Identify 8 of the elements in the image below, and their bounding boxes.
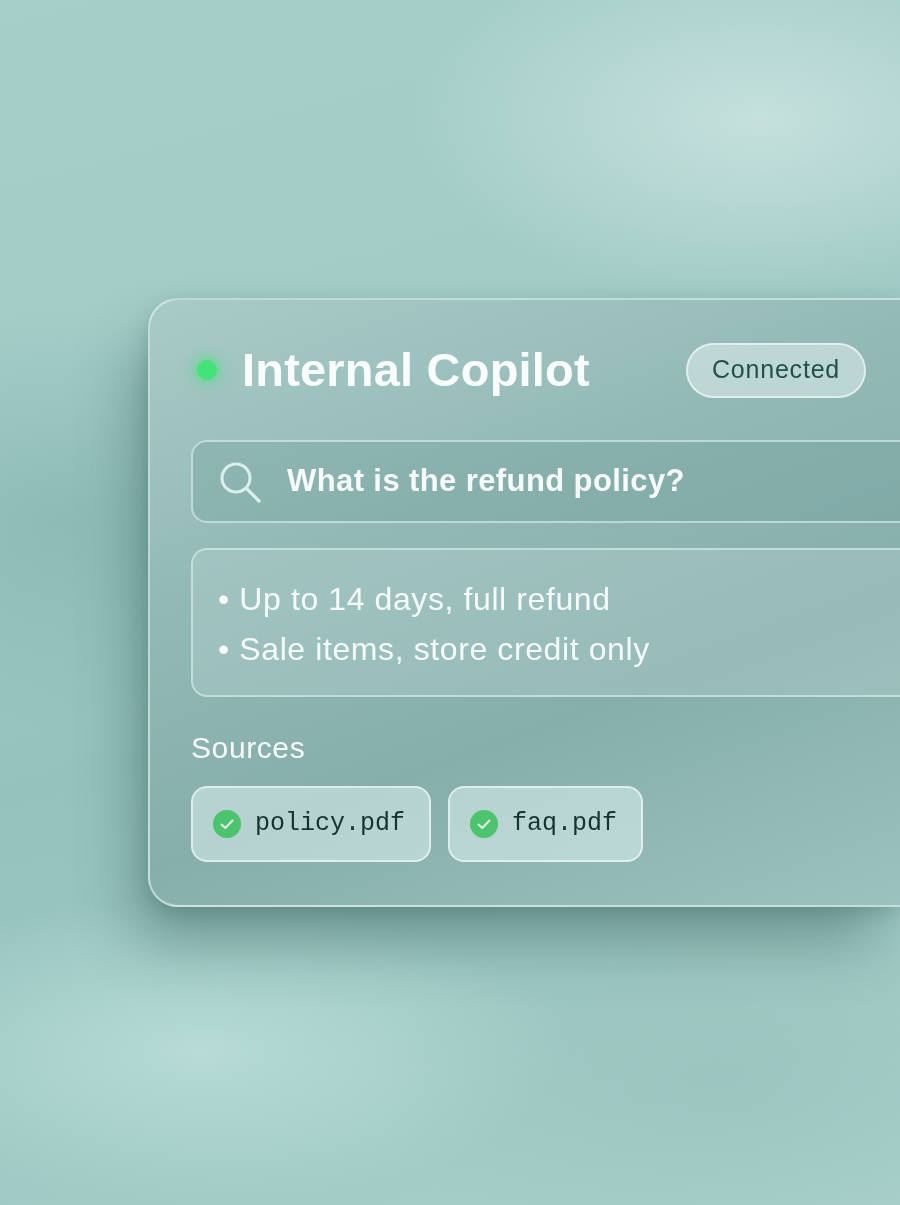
- answer-bullet-text: • Up to 14 days, full refund: [218, 580, 611, 619]
- source-file-chip[interactable]: policy.pdf: [191, 786, 432, 862]
- answer-bullet-text: • Sale items, store credit only: [218, 630, 650, 669]
- source-file-chip[interactable]: faq.pdf: [448, 786, 644, 862]
- app-title: Internal Copilot: [242, 345, 590, 395]
- search-icon: [219, 460, 261, 503]
- sources-label: Sources: [191, 730, 306, 766]
- connection-status-badge: Connected: [686, 342, 866, 398]
